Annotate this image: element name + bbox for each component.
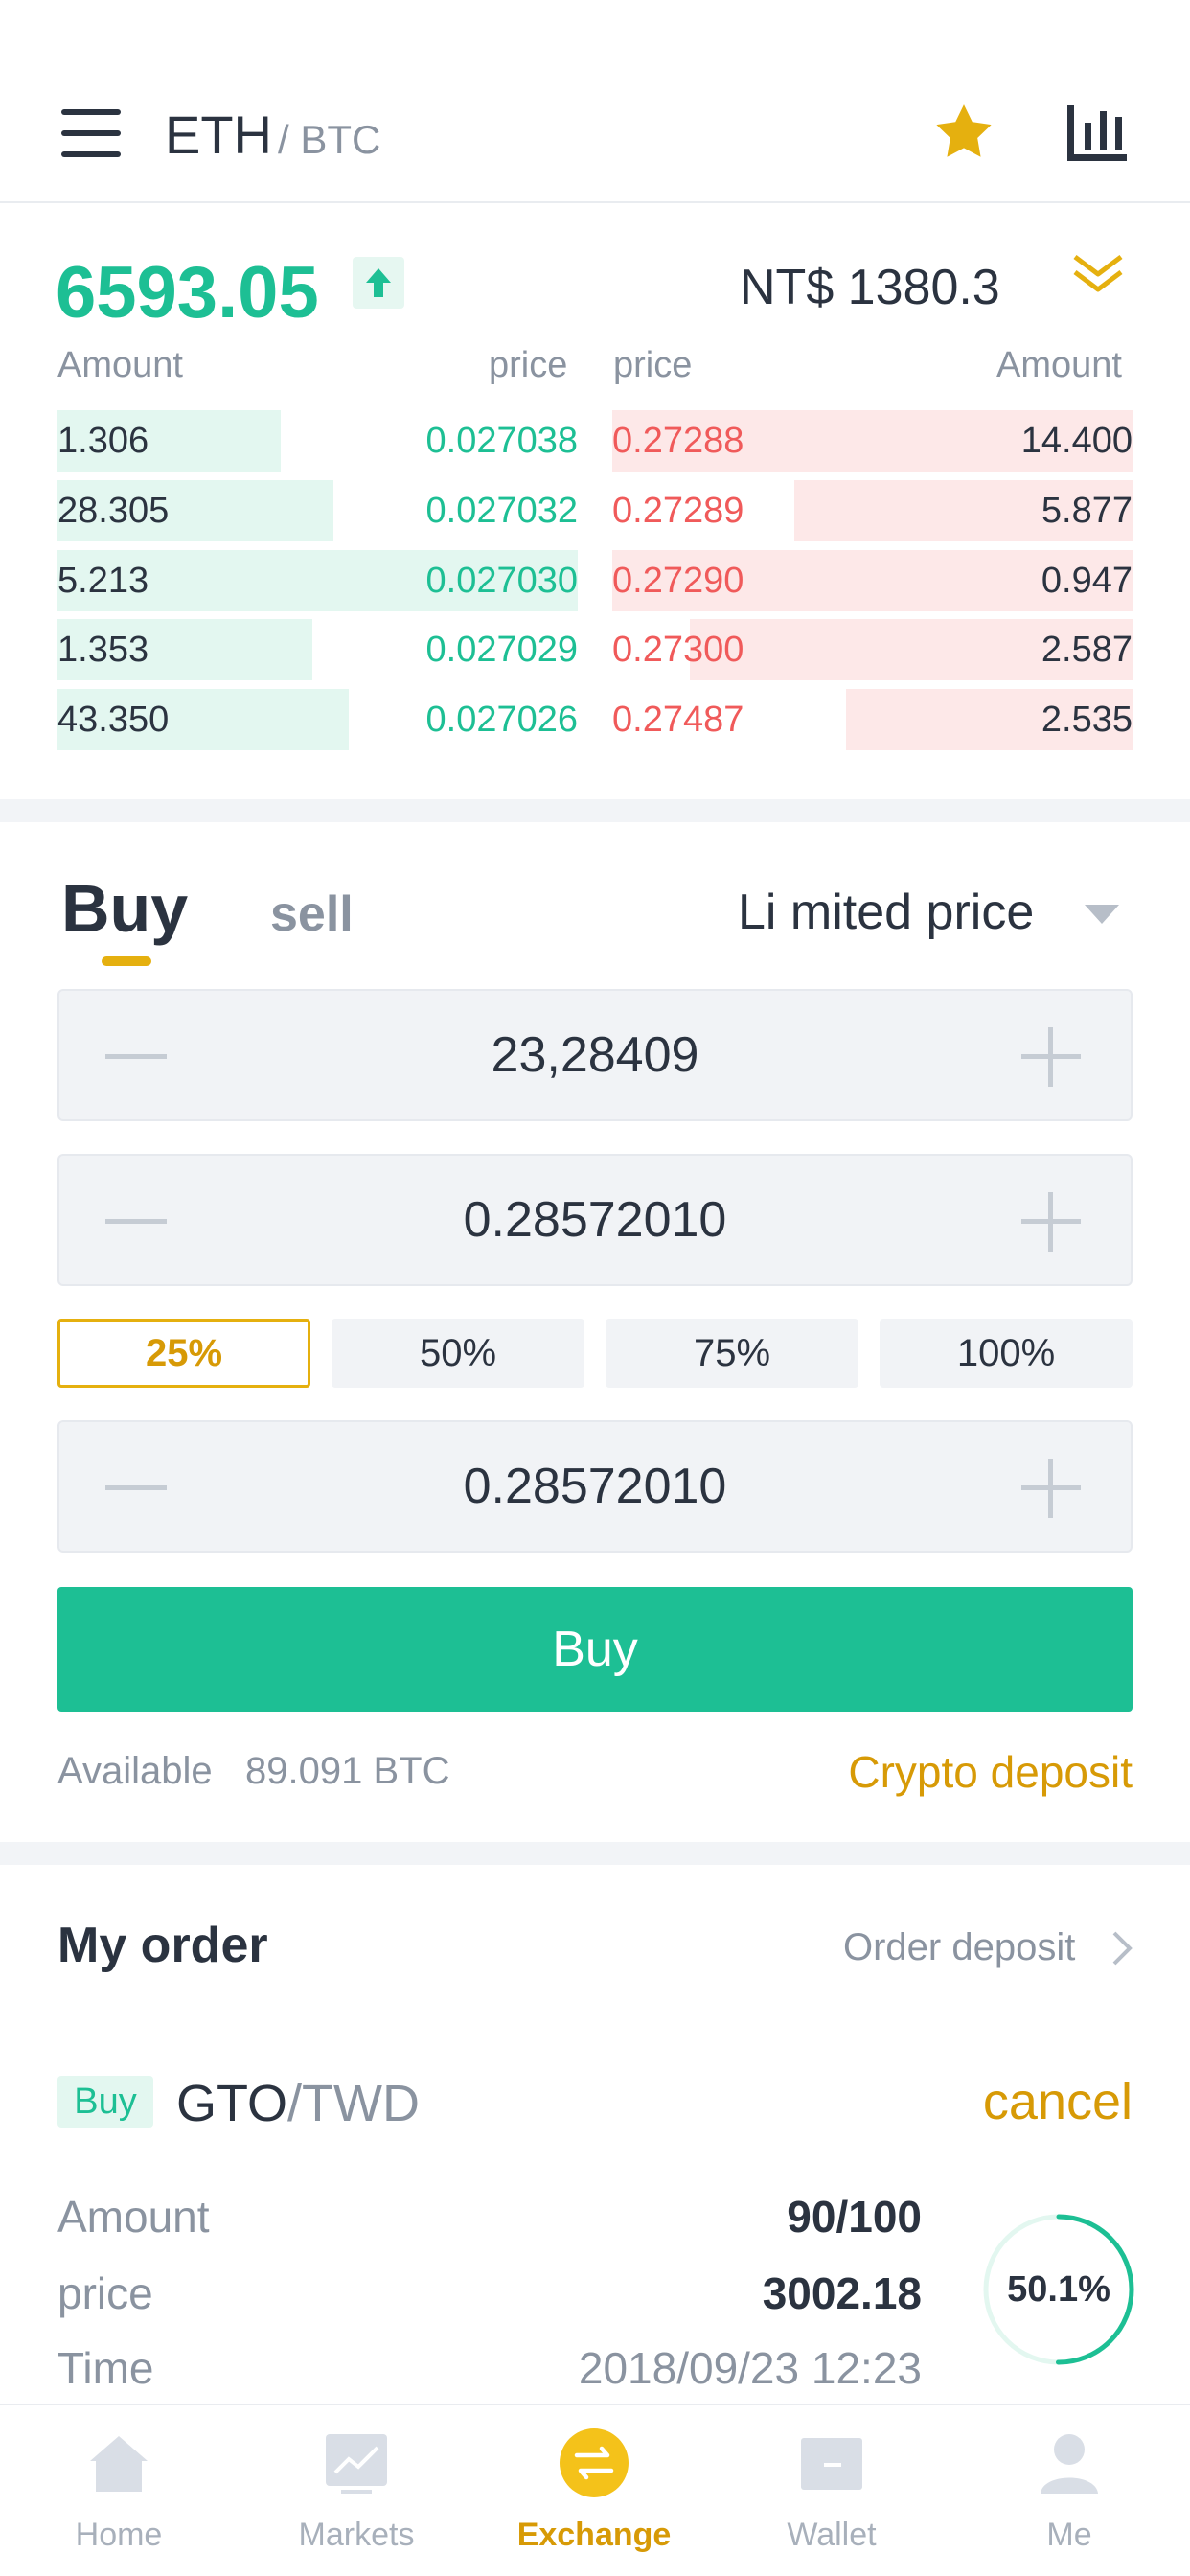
crypto-deposit-link[interactable]: Crypto deposit bbox=[848, 1746, 1133, 1798]
ask-amount: 5.877 bbox=[1041, 491, 1133, 531]
ask-price-header: price bbox=[613, 345, 693, 385]
ask-amount: 2.535 bbox=[1041, 700, 1133, 740]
section-divider bbox=[0, 1842, 1190, 1865]
ask-row[interactable]: 0.27290 0.947 bbox=[612, 550, 1133, 611]
total-input[interactable]: 0.28572010 bbox=[59, 1422, 1131, 1551]
fiat-price: NT$ 1380.3 bbox=[740, 260, 1000, 315]
price-input[interactable]: 23,28409 bbox=[59, 991, 1131, 1119]
plus-icon-vertical[interactable] bbox=[1048, 1192, 1053, 1252]
bid-price-header: price bbox=[489, 345, 568, 385]
bid-price: 0.027026 bbox=[425, 700, 579, 740]
order-time-label: Time bbox=[57, 2343, 154, 2393]
ask-amount: 2.587 bbox=[1041, 630, 1133, 670]
cancel-order-button[interactable]: cancel bbox=[983, 2072, 1133, 2131]
home-icon bbox=[90, 2436, 148, 2492]
bid-amount: 43.350 bbox=[57, 700, 170, 740]
tab-buy[interactable]: Buy bbox=[61, 870, 188, 947]
order-time-value: 2018/09/23 12:23 bbox=[578, 2343, 922, 2393]
markets-icon bbox=[326, 2434, 387, 2494]
ask-price: 0.27487 bbox=[612, 700, 744, 740]
plus-icon-vertical[interactable] bbox=[1048, 1027, 1053, 1087]
ask-row[interactable]: 0.27487 2.535 bbox=[612, 689, 1133, 750]
order-price-value: 3002.18 bbox=[762, 2268, 922, 2318]
bar-chart-icon[interactable] bbox=[1067, 105, 1127, 161]
bid-row[interactable]: 5.213 0.027030 bbox=[57, 550, 578, 611]
ask-amount-header: Amount bbox=[996, 345, 1122, 385]
ask-row[interactable]: 0.27300 2.587 bbox=[612, 619, 1133, 680]
amount-input[interactable]: 0.28572010 bbox=[59, 1156, 1131, 1284]
tab-markets[interactable]: Markets bbox=[238, 2405, 475, 2576]
order-amount-label: Amount bbox=[57, 2192, 210, 2242]
tab-active-indicator bbox=[102, 956, 151, 966]
tab-me[interactable]: Me bbox=[950, 2405, 1188, 2576]
bid-row[interactable]: 1.353 0.027029 bbox=[57, 619, 578, 680]
bid-price: 0.027038 bbox=[425, 421, 579, 461]
bid-amount: 5.213 bbox=[57, 561, 149, 601]
tab-exchange[interactable]: Exchange bbox=[475, 2405, 713, 2576]
fill-progress-text: 50.1% bbox=[1007, 2269, 1110, 2310]
menu-icon[interactable] bbox=[61, 109, 121, 157]
my-order-title: My order bbox=[57, 1918, 268, 1973]
order-pair-quote: /TWD bbox=[287, 2075, 420, 2132]
order-pair-base: GTO bbox=[176, 2075, 288, 2132]
ask-amount: 0.947 bbox=[1041, 561, 1133, 601]
tab-me-label: Me bbox=[1046, 2517, 1092, 2553]
tab-home[interactable]: Home bbox=[0, 2405, 238, 2576]
pair-base[interactable]: ETH bbox=[165, 104, 272, 166]
star-icon[interactable] bbox=[931, 100, 996, 165]
tab-sell[interactable]: sell bbox=[270, 886, 354, 943]
chevron-right-icon[interactable] bbox=[1111, 1930, 1133, 1966]
bid-price: 0.027032 bbox=[425, 491, 579, 531]
tab-markets-label: Markets bbox=[298, 2517, 415, 2553]
buy-button[interactable]: Buy bbox=[57, 1587, 1133, 1712]
wallet-icon bbox=[801, 2438, 862, 2490]
profile-icon bbox=[1041, 2434, 1098, 2494]
tab-wallet[interactable]: Wallet bbox=[713, 2405, 950, 2576]
order-deposit-link[interactable]: Order deposit bbox=[843, 1926, 1075, 1969]
ask-row[interactable]: 0.27289 5.877 bbox=[612, 480, 1133, 541]
ask-price: 0.27288 bbox=[612, 421, 744, 461]
section-divider bbox=[0, 799, 1190, 822]
tab-home-label: Home bbox=[75, 2517, 163, 2553]
bid-amount: 28.305 bbox=[57, 491, 170, 531]
order-price-label: price bbox=[57, 2268, 153, 2318]
bid-row[interactable]: 1.306 0.027038 bbox=[57, 410, 578, 472]
top-nav-bar: ETH / BTC bbox=[0, 0, 1190, 203]
price-stepper[interactable]: 23,28409 bbox=[57, 989, 1133, 1121]
bid-row[interactable]: 28.305 0.027032 bbox=[57, 480, 578, 541]
order-amount-value: 90/100 bbox=[787, 2192, 922, 2242]
total-stepper[interactable]: 0.28572010 bbox=[57, 1420, 1133, 1552]
caret-down-icon[interactable] bbox=[1085, 905, 1119, 924]
double-chevron-down-icon[interactable] bbox=[1069, 251, 1127, 299]
bid-amount-header: Amount bbox=[57, 345, 183, 385]
order-pair: GTO/TWD bbox=[176, 2074, 420, 2133]
bid-amount: 1.306 bbox=[57, 421, 149, 461]
amount-stepper[interactable]: 0.28572010 bbox=[57, 1154, 1133, 1286]
arrow-up-icon bbox=[353, 257, 404, 309]
ask-price: 0.27290 bbox=[612, 561, 744, 601]
last-price: 6593.05 bbox=[56, 252, 319, 334]
bid-price: 0.027030 bbox=[425, 561, 579, 601]
percent-25-button[interactable]: 25% bbox=[57, 1319, 310, 1388]
tab-exchange-label: Exchange bbox=[516, 2517, 672, 2553]
percent-50-button[interactable]: 50% bbox=[332, 1319, 584, 1388]
ask-amount: 14.400 bbox=[1020, 421, 1133, 461]
available-label: Available bbox=[57, 1750, 213, 1792]
plus-icon-vertical[interactable] bbox=[1048, 1459, 1053, 1518]
available-value: 89.091 BTC bbox=[245, 1750, 450, 1792]
bottom-tab-bar: Home Markets Exchange Wallet Me bbox=[0, 2404, 1190, 2576]
ask-price: 0.27300 bbox=[612, 630, 744, 670]
bid-price: 0.027029 bbox=[425, 630, 579, 670]
order-side-badge: Buy bbox=[57, 2076, 153, 2128]
percent-100-button[interactable]: 100% bbox=[880, 1319, 1133, 1388]
percent-75-button[interactable]: 75% bbox=[606, 1319, 858, 1388]
order-type-select[interactable]: Li mited price bbox=[738, 884, 1034, 941]
bid-row[interactable]: 43.350 0.027026 bbox=[57, 689, 578, 750]
tab-wallet-label: Wallet bbox=[787, 2517, 877, 2553]
exchange-icon bbox=[560, 2428, 629, 2497]
bid-amount: 1.353 bbox=[57, 630, 149, 670]
pair-quote[interactable]: / BTC bbox=[278, 117, 380, 163]
ask-price: 0.27289 bbox=[612, 491, 744, 531]
ask-row[interactable]: 0.27288 14.400 bbox=[612, 410, 1133, 472]
